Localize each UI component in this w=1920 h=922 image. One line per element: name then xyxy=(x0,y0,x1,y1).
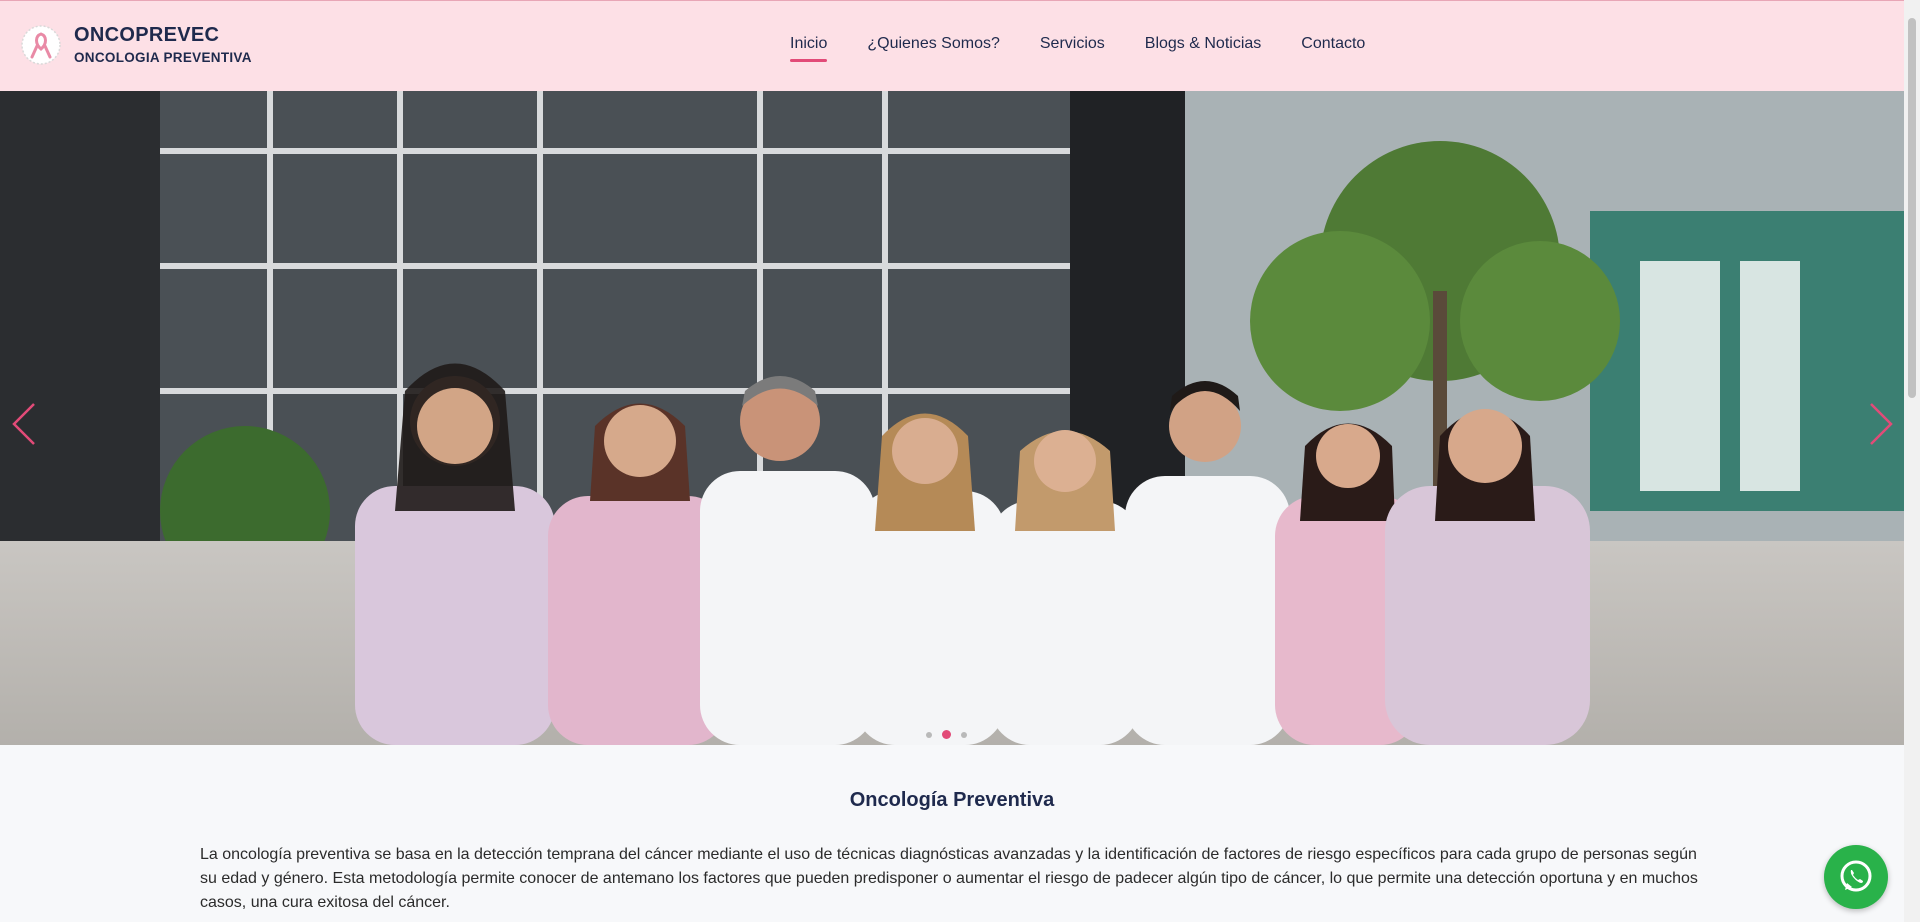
carousel-dot-3[interactable] xyxy=(961,731,967,738)
carousel-prev-chevron-left-icon[interactable] xyxy=(6,394,46,454)
page-scrollbar[interactable] xyxy=(1904,0,1920,922)
main-nav: Inicio ¿Quienes Somos? Servicios Blogs &… xyxy=(790,34,1365,62)
nav-item-inicio[interactable]: Inicio xyxy=(790,34,828,62)
section-text: La oncología preventiva se basa en la de… xyxy=(200,846,1698,911)
section-title: Oncología Preventiva xyxy=(849,789,1055,811)
whatsapp-icon xyxy=(1840,860,1872,892)
brand[interactable]: ONCOPREVEC ONCOLOGIA PREVENTIVA xyxy=(20,23,252,67)
carousel-dot-2[interactable] xyxy=(942,730,951,739)
carousel-indicators xyxy=(926,730,967,739)
nav-item-contacto[interactable]: Contacto xyxy=(1301,34,1365,54)
nav-item-quienes-somos[interactable]: ¿Quienes Somos? xyxy=(867,34,1000,54)
intro-section: Oncología Preventiva La oncología preven… xyxy=(0,745,1904,915)
carousel-next-chevron-right-icon[interactable] xyxy=(1859,394,1899,454)
nav-item-blogs-noticias[interactable]: Blogs & Noticias xyxy=(1145,34,1262,54)
hero-carousel xyxy=(0,91,1904,745)
nav-item-servicios[interactable]: Servicios xyxy=(1040,34,1105,54)
carousel-dot-1[interactable] xyxy=(926,731,932,738)
whatsapp-button[interactable] xyxy=(1824,845,1888,909)
scrollbar-thumb[interactable] xyxy=(1908,18,1916,398)
site-header: ONCOPREVEC ONCOLOGIA PREVENTIVA Inicio ¿… xyxy=(0,0,1904,91)
brand-subtitle: ONCOLOGIA PREVENTIVA xyxy=(74,50,252,65)
pink-ribbon-logo-icon xyxy=(21,25,61,65)
hero-team-photo xyxy=(0,91,1904,745)
brand-title: ONCOPREVEC xyxy=(74,24,220,46)
